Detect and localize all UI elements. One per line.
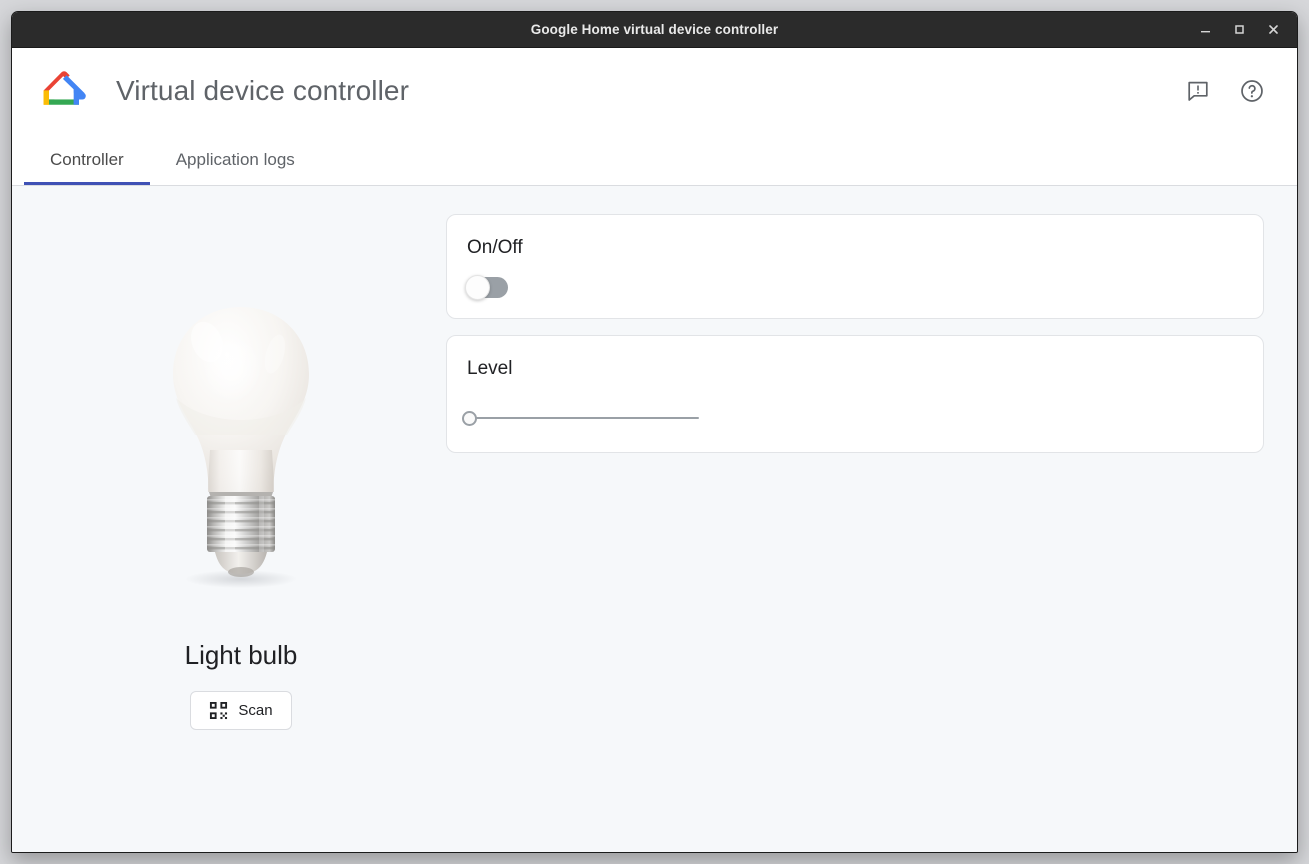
feedback-icon[interactable] bbox=[1183, 76, 1213, 106]
page-title: Virtual device controller bbox=[116, 75, 410, 106]
tab-controller-label: Controller bbox=[50, 149, 124, 169]
trait-title-level: Level bbox=[467, 358, 513, 379]
window-controls bbox=[1191, 17, 1297, 43]
device-name: Light bulb bbox=[184, 640, 298, 670]
trait-card-onoff: On/Off bbox=[446, 214, 1264, 319]
tab-controller[interactable]: Controller bbox=[24, 134, 150, 185]
scan-button[interactable]: Scan bbox=[190, 691, 292, 730]
google-home-logo bbox=[40, 68, 88, 114]
main-content: Light bulb Scan On/Off Level bbox=[12, 186, 1297, 852]
scan-button-label: Scan bbox=[238, 702, 273, 719]
maximize-button[interactable] bbox=[1225, 17, 1253, 43]
device-panel: Light bulb Scan bbox=[36, 214, 446, 852]
qr-code-icon bbox=[209, 701, 228, 720]
level-slider[interactable] bbox=[461, 407, 699, 429]
level-slider-handle[interactable] bbox=[461, 410, 477, 426]
trait-card-level: Level bbox=[446, 335, 1264, 453]
window-titlebar[interactable]: Google Home virtual device controller bbox=[12, 12, 1297, 48]
help-icon[interactable] bbox=[1237, 76, 1267, 106]
tab-bar: Controller Application logs bbox=[12, 134, 1297, 186]
level-slider-row bbox=[461, 404, 1243, 432]
onoff-toggle[interactable] bbox=[465, 275, 508, 300]
close-button[interactable] bbox=[1259, 17, 1287, 43]
traits-panel: On/Off Level bbox=[446, 214, 1273, 852]
level-slider-track bbox=[469, 417, 699, 419]
tab-application-logs-label: Application logs bbox=[175, 149, 295, 169]
minimize-button[interactable] bbox=[1191, 17, 1219, 43]
tab-application-logs[interactable]: Application logs bbox=[150, 134, 321, 185]
app-header: Virtual device controller bbox=[12, 48, 1297, 134]
app-window: Google Home virtual device controller Vi… bbox=[11, 11, 1298, 853]
light-bulb-image bbox=[163, 302, 319, 588]
window-title: Google Home virtual device controller bbox=[530, 22, 779, 37]
header-actions bbox=[1183, 76, 1267, 106]
trait-title-onoff: On/Off bbox=[467, 237, 523, 258]
onoff-toggle-knob bbox=[465, 275, 490, 300]
